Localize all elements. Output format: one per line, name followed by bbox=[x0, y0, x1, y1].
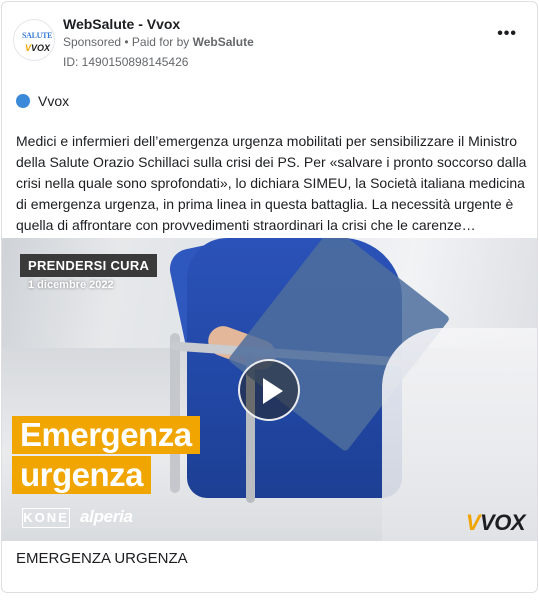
media-date: 1 dicembre 2022 bbox=[28, 279, 114, 291]
platform-label: Vvox bbox=[38, 93, 70, 109]
platform-row: Vvox bbox=[16, 93, 69, 109]
brand-logo-vvox: VVOX bbox=[465, 510, 526, 535]
media-headline-line2: urgenza bbox=[12, 456, 152, 494]
play-icon bbox=[263, 378, 283, 404]
platform-icon bbox=[16, 94, 30, 108]
separator: • bbox=[121, 35, 132, 49]
more-options-button[interactable]: ••• bbox=[497, 26, 517, 42]
media-tag: PRENDERSI CURA bbox=[20, 254, 158, 277]
media-headline-line1: Emergenza bbox=[12, 416, 200, 454]
avatar-logo-bottom: VVOX bbox=[25, 43, 51, 53]
video-thumbnail[interactable]: PRENDERSI CURA 1 dicembre 2022 Emergenza… bbox=[2, 238, 537, 541]
advertiser-avatar[interactable]: SALUTE VVOX bbox=[13, 19, 55, 61]
sponsor-logo-kone: KONE bbox=[22, 508, 70, 528]
media-caption[interactable]: EMERGENZA URGENZA bbox=[16, 550, 188, 567]
advertiser-name[interactable]: WebSalute - Vvox bbox=[63, 16, 180, 32]
ad-id: ID: 1490150898145426 bbox=[63, 55, 189, 69]
paid-for-name[interactable]: WebSalute bbox=[193, 35, 254, 49]
play-button[interactable] bbox=[238, 359, 300, 421]
sponsored-line: Sponsored • Paid for by WebSalute bbox=[63, 35, 254, 49]
paid-for-prefix: Paid for by bbox=[131, 35, 193, 49]
bed-rail bbox=[170, 333, 180, 493]
ad-body-text: Medici e infermieri dell’emergenza urgen… bbox=[16, 133, 527, 233]
sponsored-label: Sponsored bbox=[63, 35, 122, 49]
ad-card: SALUTE VVOX WebSalute - Vvox Sponsored •… bbox=[1, 1, 538, 593]
sponsor-logo-alperia: alperia bbox=[80, 507, 133, 526]
avatar-logo-top: SALUTE bbox=[22, 31, 53, 40]
